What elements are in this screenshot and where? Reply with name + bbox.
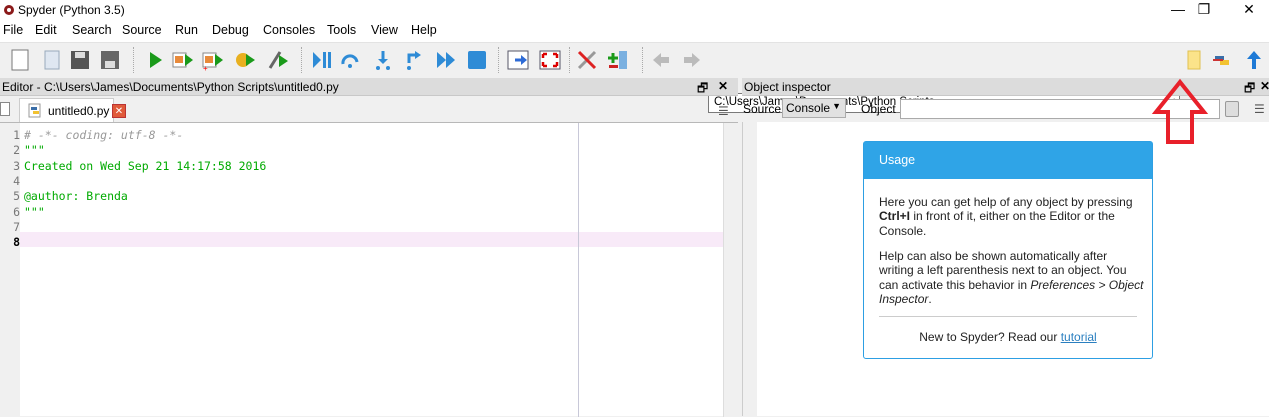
close-pane-icon[interactable]: ✕ [718,79,728,93]
code-line: @author: Brenda [24,189,128,204]
save-icon[interactable] [69,49,91,71]
run-cell-advance-icon[interactable]: + [202,49,224,71]
annotation-arrow-icon [1151,78,1209,144]
usage-paragraph-1: Here you can get help of any object by p… [879,195,1133,238]
run-selection-icon[interactable] [234,49,256,71]
usage-panel: Usage Here you can get help of any objec… [863,141,1153,359]
window-title: Spyder (Python 3.5) [18,3,125,17]
line-number: 5 [13,189,20,204]
step-return-icon[interactable] [402,49,424,71]
step-into-icon[interactable] [372,49,394,71]
source-select[interactable]: Console ▼ [782,98,846,118]
run-cell-icon[interactable] [172,49,194,71]
parent-directory-icon[interactable] [1243,49,1265,71]
menu-file[interactable]: File [3,23,23,37]
vertical-scrollbar[interactable] [723,123,738,417]
line-number: 7 [13,219,20,234]
browse-folder-icon[interactable] [1183,49,1205,71]
line-number: 2 [13,143,20,158]
stop-icon[interactable] [466,49,488,71]
code-line: """ [24,143,45,158]
toolbar-separator [642,47,644,73]
line-number: 4 [13,173,20,188]
restore-button[interactable]: ❐ [1187,0,1221,20]
open-file-icon[interactable] [41,49,63,71]
step-icon[interactable] [339,49,361,71]
close-button[interactable]: ✕ [1232,0,1266,20]
close-tab-icon[interactable]: ✕ [112,104,126,118]
menu-debug[interactable]: Debug [212,23,249,37]
debug-continue-icon[interactable] [311,49,333,71]
python-file-icon [28,103,41,118]
maximize-pane-icon[interactable] [507,49,529,71]
menu-view[interactable]: View [371,23,398,37]
forward-arrow-icon[interactable] [681,49,703,71]
inspector-pane-title: Object inspector [744,80,831,94]
lock-icon[interactable] [1225,101,1239,117]
tab-label: untitled0.py [48,104,110,118]
menu-search[interactable]: Search [72,23,112,37]
toolbar-separator [569,47,571,73]
line-number: 1 [13,128,20,142]
toolbar-separator [301,47,303,73]
continue-icon[interactable] [435,49,457,71]
line-number: 3 [13,158,20,173]
save-all-icon[interactable] [99,49,121,71]
run-icon[interactable] [144,49,166,71]
source-value: Console [786,101,831,115]
usage-paragraph-2: Help can also be shown automatically aft… [879,249,1144,306]
usage-title: Usage [864,142,1152,179]
inspector-margin [743,122,757,416]
tutorial-link[interactable]: tutorial [1061,330,1097,344]
browse-tabs-icon[interactable] [0,102,10,116]
line-number: 6 [13,204,20,219]
editor-pane-title: Editor - C:\Users\James\Documents\Python… [2,80,339,94]
code-editor[interactable]: 1 # -*- coding: utf-8 -*- 2 """ 3 Created on … [0,122,738,417]
menu-edit[interactable]: Edit [35,23,57,37]
toolbar-separator [133,47,135,73]
fullscreen-icon[interactable] [539,49,561,71]
divider [879,316,1137,317]
options-menu-icon[interactable]: ☰ [1254,102,1265,116]
new-file-icon[interactable] [9,49,31,71]
pythonpath-manager-icon[interactable] [607,49,629,71]
dropdown-arrow-icon: ▼ [832,101,841,111]
close-pane-icon[interactable]: ✕ [1260,79,1269,93]
spyder-logo-icon [4,5,14,15]
object-label: Object [861,102,896,116]
menu-run[interactable]: Run [175,23,198,37]
menu-help[interactable]: Help [411,23,437,37]
menu-consoles[interactable]: Consoles [263,23,315,37]
usage-footer: New to Spyder? Read our tutorial [919,330,1097,344]
options-menu-icon[interactable]: ☰ [718,104,729,118]
code-line: # -*- coding: utf-8 -*- [24,128,184,142]
back-arrow-icon[interactable] [650,49,672,71]
toolbar: + C:\Users\James\Documents\Python Script… [0,42,1269,113]
code-line: """ [24,204,45,219]
line-number: 8 [13,235,20,250]
title-bar: Spyder (Python 3.5) — ❐ ✕ [0,0,1269,20]
menu-bar: File Edit Search Source Run Debug Consol… [0,20,1269,42]
preferences-icon[interactable] [576,49,598,71]
edge-line [578,123,579,417]
current-line-highlight [20,232,723,247]
editor-pane-header: Editor - C:\Users\James\Documents\Python… [0,78,738,96]
toolbar-separator [498,47,500,73]
svg-text:+: + [203,64,208,71]
undock-icon[interactable]: 🗗 [697,79,708,100]
menu-source[interactable]: Source [122,23,162,37]
menu-tools[interactable]: Tools [327,23,356,37]
source-label: Source [743,102,782,116]
tab-untitled0[interactable]: untitled0.py ✕ [19,98,126,122]
debug-file-icon[interactable] [267,49,289,71]
python-set-cwd-icon[interactable] [1211,49,1233,71]
code-line: Created on Wed Sep 21 14:17:58 2016 [24,158,267,173]
